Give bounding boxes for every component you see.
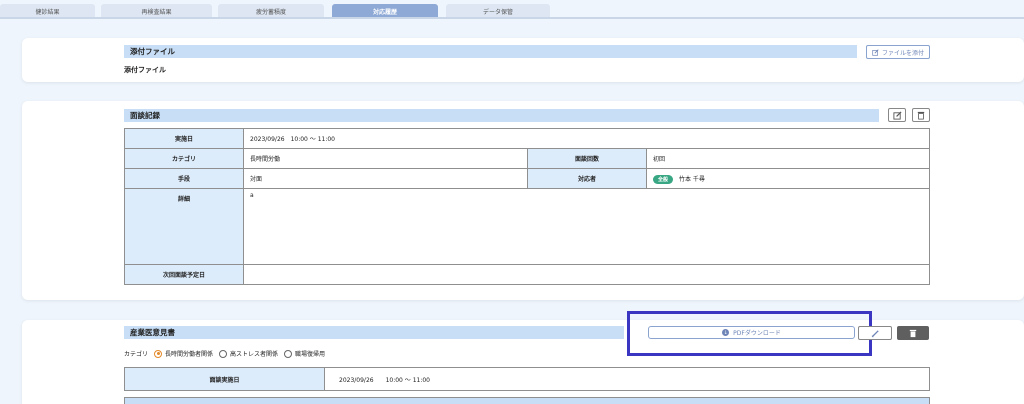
date-label: 実施日 xyxy=(124,128,244,149)
responder-label: 対応者 xyxy=(527,168,647,189)
opinion-date-label: 面談実施日 xyxy=(124,367,325,391)
count-label: 面談回数 xyxy=(527,148,647,169)
tab-recheck-results[interactable]: 再検査結果 xyxy=(101,4,212,18)
tab-divider xyxy=(0,17,1024,19)
interview-card: 面談記録 実施日 2023/09/26 10:00 ～ 11:00 カテゴリ 長… xyxy=(22,101,1024,300)
radio-high-stress-label: 高ストレス者関係 xyxy=(230,351,279,358)
trash-icon xyxy=(917,111,925,119)
next-date-label: 次回面談予定日 xyxy=(124,264,244,285)
tab-history[interactable]: 対応履歴 xyxy=(332,4,438,18)
tab-data-storage[interactable]: データ保管 xyxy=(446,4,550,18)
radio-long-hours[interactable]: 長時間労働者関係 xyxy=(154,349,213,358)
method-label: 手段 xyxy=(124,168,244,189)
responder-cell: 全般 竹本 千尋 xyxy=(646,168,930,189)
highlight-box xyxy=(627,311,872,356)
date-value: 2023/09/26 10:00 ～ 11:00 xyxy=(243,128,930,149)
attachment-body-label: 添付ファイル xyxy=(124,66,166,74)
radio-unchecked-icon xyxy=(219,349,228,358)
next-date-value xyxy=(243,264,930,285)
radio-long-hours-label: 長時間労働者関係 xyxy=(165,351,214,358)
tab-fatigue[interactable]: 疲労蓄積度 xyxy=(218,4,324,18)
table-row: 次回面談予定日 xyxy=(124,264,930,285)
radio-return-to-work[interactable]: 職場復帰用 xyxy=(284,349,325,358)
status-badge: 全般 xyxy=(653,174,674,184)
edit-icon xyxy=(871,329,879,337)
table-row: カテゴリ 長時間労働 面談回数 初回 xyxy=(124,148,930,169)
radio-return-to-work-label: 職場復帰用 xyxy=(295,351,326,358)
responder-value: 竹本 千尋 xyxy=(679,175,705,183)
edit-icon xyxy=(872,48,879,56)
attachment-section-header: 添付ファイル xyxy=(124,45,857,58)
category-radio-group: カテゴリ 長時間労働者関係 高ストレス者関係 職場復帰用 xyxy=(124,349,325,358)
radio-unchecked-icon xyxy=(284,349,293,358)
attach-file-label: ファイルを添付 xyxy=(881,49,924,57)
category-value: 長時間労働 xyxy=(243,148,528,169)
radio-category-label: カテゴリ xyxy=(124,351,149,358)
opinion-section-header: 産業医意見書 xyxy=(124,326,624,339)
interview-table: 実施日 2023/09/26 10:00 ～ 11:00 カテゴリ 長時間労働 … xyxy=(124,128,930,285)
radio-checked-icon xyxy=(154,349,163,358)
detail-value: a xyxy=(243,188,930,265)
opinion-edit-button[interactable] xyxy=(858,326,892,340)
tab-checkup-results[interactable]: 健診結果 xyxy=(0,4,95,18)
table-row: 詳細 a xyxy=(124,188,930,265)
interview-section-header: 面談記録 xyxy=(124,109,879,122)
attach-file-button[interactable]: ファイルを添付 xyxy=(866,45,930,59)
trash-icon xyxy=(909,329,917,337)
table-row: 実施日 2023/09/26 10:00 ～ 11:00 xyxy=(124,128,930,149)
delete-button[interactable] xyxy=(912,108,930,122)
table-row: 面談実施日 2023/09/26 10:00 ～ 11:00 xyxy=(124,367,930,391)
edit-button[interactable] xyxy=(888,108,906,122)
count-value: 初回 xyxy=(646,148,930,169)
attachment-card: 添付ファイル ファイルを添付 添付ファイル xyxy=(22,38,1024,82)
method-value: 対面 xyxy=(243,168,528,189)
category-label: カテゴリ xyxy=(124,148,244,169)
opinion-date-value: 2023/09/26 10:00 ～ 11:00 xyxy=(324,367,930,391)
opinion-card: 産業医意見書 ↓ PDFダウンロード カテゴリ 長時間労働者関係 高ストレス者関… xyxy=(22,311,1024,404)
opinion-table: 面談実施日 2023/09/26 10:00 ～ 11:00 xyxy=(124,367,930,391)
table-row: 手段 対面 対応者 全般 竹本 千尋 xyxy=(124,168,930,189)
tab-bar: 健診結果 再検査結果 疲労蓄積度 対応履歴 データ保管 xyxy=(0,0,1024,19)
detail-label: 詳細 xyxy=(124,188,244,265)
radio-high-stress[interactable]: 高ストレス者関係 xyxy=(219,349,278,358)
opinion-delete-button[interactable] xyxy=(897,326,929,340)
next-table-header xyxy=(124,397,930,404)
edit-icon xyxy=(892,110,902,120)
